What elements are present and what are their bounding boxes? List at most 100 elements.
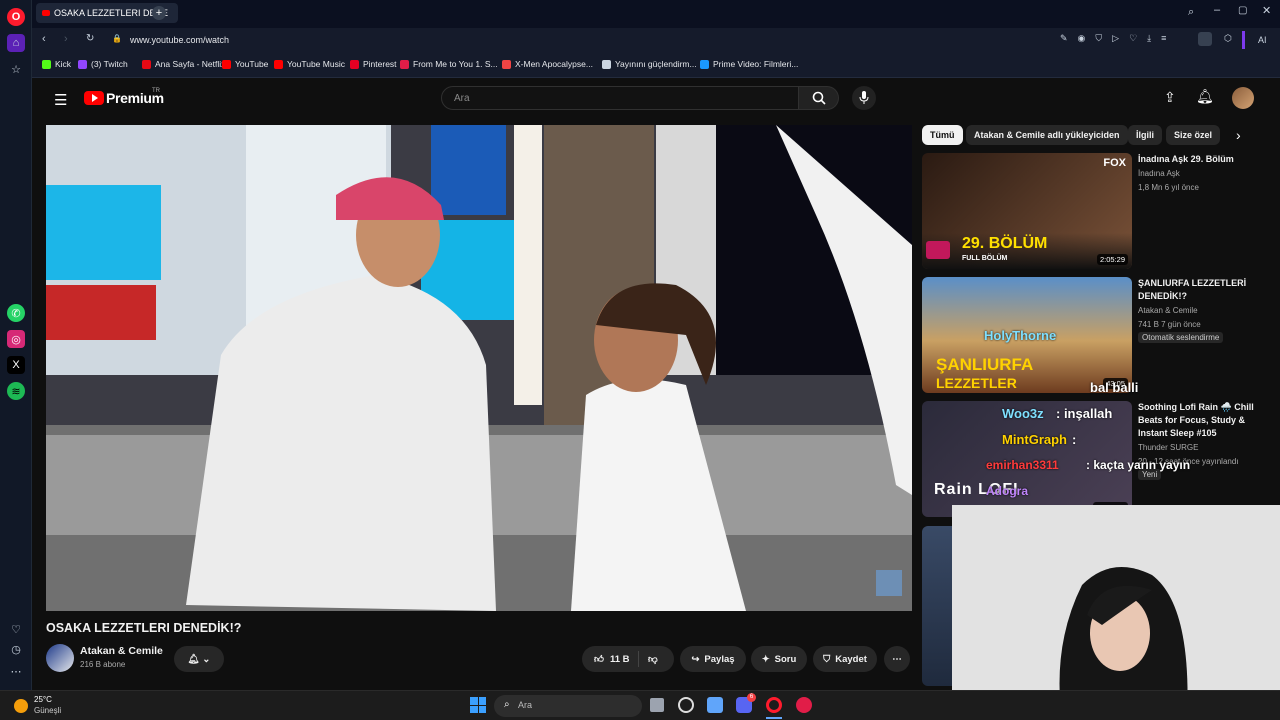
tab-title: OSAKA LEZZETLERI DENE	[54, 8, 169, 18]
chip-uploader[interactable]: Atakan & Cemile adlı yükleyiciden	[966, 125, 1128, 145]
more-actions-button[interactable]: ⋯	[884, 646, 910, 672]
share-button[interactable]: ↪ Paylaş	[680, 646, 746, 672]
voice-search-button[interactable]	[852, 86, 876, 110]
bookmark-icon: ⛉	[823, 653, 831, 665]
bookmark-label: From Me to You 1. S...	[413, 59, 498, 69]
taskbar: 25°C Güneşli Ara ⌕ 6	[0, 690, 1280, 720]
bookmark-label: Prime Video: Filmleri...	[713, 59, 799, 69]
recommendation-channel[interactable]: Atakan & Cemile	[1138, 306, 1198, 315]
bookmark-item[interactable]: (3) Twitch	[78, 59, 128, 69]
minimize-icon[interactable]: –	[1214, 4, 1220, 16]
save-button[interactable]: ⛉ Kaydet	[813, 646, 877, 672]
bookmark-item[interactable]: Kick	[42, 59, 71, 69]
bookmark-favicon-icon	[222, 59, 231, 69]
bookmark-item[interactable]: YouTube	[222, 59, 268, 69]
weather-sun-icon[interactable]	[14, 699, 28, 713]
chat-user: HolyThorne	[984, 328, 1057, 343]
thumbnail[interactable]: 29. BÖLÜM FULL BÖLÜM FOX 2:05:29	[922, 153, 1132, 269]
maximize-icon[interactable]: ▢	[1238, 5, 1247, 16]
like-divider	[638, 651, 639, 667]
chat-message: : inşallah	[1056, 406, 1113, 421]
back-icon[interactable]: ‹	[42, 33, 46, 45]
webcam-overlay	[952, 505, 1280, 720]
search-tabs-icon[interactable]: ⌕	[1188, 6, 1194, 19]
video-title: OSAKA LEZZETLERI DENEDİK!?	[46, 621, 242, 635]
upload-icon[interactable]: ⇪	[1164, 89, 1176, 106]
country-badge: TR	[152, 88, 160, 94]
close-icon[interactable]: ✕	[1262, 4, 1271, 17]
chip-all[interactable]: Tümü	[922, 125, 963, 145]
recommendation-title[interactable]: ŞANLIURFA LEZZETLERİ DENEDİK!?	[1138, 277, 1263, 303]
sparkle-icon: ✦	[761, 653, 770, 665]
active-indicator	[766, 717, 782, 719]
aria-ai-button[interactable]: AI	[1258, 35, 1267, 45]
thumbnail[interactable]	[922, 526, 952, 686]
app-icon[interactable]	[707, 697, 723, 713]
more-icon[interactable]: ⋯	[7, 662, 25, 680]
recommendation-title[interactable]: İnadına Aşk 29. Bölüm	[1138, 153, 1263, 166]
temperature: 25°C	[34, 695, 52, 704]
task-view-icon[interactable]	[650, 698, 664, 712]
bookmark-item[interactable]: Prime Video: Filmleri...	[700, 59, 798, 69]
channel-name[interactable]: Atakan & Cemile	[80, 645, 163, 657]
chips-next-icon[interactable]: ›	[1236, 127, 1241, 143]
url-field[interactable]: www.youtube.com/watch	[130, 35, 229, 45]
bookmark-favicon-icon	[502, 59, 511, 69]
new-tab-button[interactable]: +	[152, 6, 166, 20]
subscriber-count: 216 B abone	[80, 660, 126, 669]
search-input[interactable]: Ara	[441, 86, 799, 110]
instagram-icon[interactable]: ◎	[7, 330, 25, 348]
subscribed-notifications-button[interactable]: 🔔︎ ⌄	[174, 646, 224, 672]
avatar[interactable]	[1232, 87, 1254, 109]
bookmark-label: X-Men Apocalypse...	[515, 59, 593, 69]
recommendation-channel[interactable]: İnadına Aşk	[1138, 169, 1180, 178]
video-player[interactable]	[46, 125, 912, 611]
bookmark-item[interactable]: Yayınını güçlendirm...	[602, 59, 697, 69]
whatsapp-icon[interactable]: ✆	[7, 304, 25, 322]
chat-user: Adogra	[986, 484, 1028, 498]
extensions-icon[interactable]: ⬡	[1224, 33, 1232, 44]
bookmark-favicon-icon	[42, 59, 51, 69]
menu-icon[interactable]: ☰	[54, 91, 67, 109]
thumbs-down-icon[interactable]: 👎︎	[648, 653, 658, 665]
recommendation-item[interactable]: 29. BÖLÜM FULL BÖLÜM FOX 2:05:29 İnadına…	[922, 153, 1272, 271]
chat-user: Woo3z	[1002, 406, 1044, 421]
search-icon: ⌕	[504, 699, 510, 710]
bookmark-item[interactable]: Pinterest	[350, 59, 397, 69]
app-icon[interactable]	[678, 697, 694, 713]
opera-taskbar-icon[interactable]	[766, 697, 782, 713]
ask-button[interactable]: ✦ Soru	[751, 646, 807, 672]
like-button[interactable]: 👍︎ 11 B 👎︎	[582, 646, 674, 672]
bookmark-label: YouTube Music	[287, 59, 345, 69]
home-icon[interactable]: ⌂	[7, 34, 25, 52]
star-icon[interactable]: ☆	[7, 60, 25, 78]
bookmark-item[interactable]: YouTube Music	[274, 59, 345, 69]
thumbnail-text: 29. BÖLÜM	[962, 235, 1048, 252]
profile-icon[interactable]	[1198, 32, 1212, 46]
taskbar-search-input[interactable]: Ara	[494, 695, 642, 717]
windows-start-icon[interactable]	[470, 697, 486, 713]
app-icon[interactable]	[796, 697, 812, 713]
thumbs-up-icon: 👍︎	[594, 654, 604, 665]
bookmark-item[interactable]: X-Men Apocalypse...	[502, 59, 593, 69]
toolbar-icons[interactable]: ✎◉⛉▷♡⤓≡	[1060, 33, 1176, 44]
bookmark-item[interactable]: Ana Sayfa - Netflix	[142, 59, 225, 69]
chip-for-you[interactable]: Size özel	[1166, 125, 1221, 145]
thumbnail-subtext: FULL BÖLÜM	[962, 255, 1008, 262]
search-button[interactable]	[799, 86, 839, 110]
heart-icon[interactable]: ♡	[7, 620, 25, 638]
channel-avatar[interactable]	[46, 644, 74, 672]
bookmark-item[interactable]: From Me to You 1. S...	[400, 59, 498, 69]
x-icon[interactable]: X	[7, 356, 25, 374]
history-icon[interactable]: ◷	[7, 640, 25, 658]
chip-related[interactable]: İlgili	[1128, 125, 1162, 145]
youtube-logo-icon[interactable]	[84, 91, 104, 105]
share-icon: ↪	[691, 653, 700, 665]
reload-icon[interactable]: ↻	[86, 33, 94, 44]
ask-label: Soru	[774, 653, 797, 665]
opera-logo-icon[interactable]: O	[7, 8, 25, 26]
chat-user: MintGraph	[1002, 432, 1067, 447]
notifications-bell-icon[interactable]: 🔔︎	[1196, 88, 1214, 105]
forward-icon[interactable]: ›	[64, 33, 68, 45]
spotify-icon[interactable]: ≋	[7, 382, 25, 400]
